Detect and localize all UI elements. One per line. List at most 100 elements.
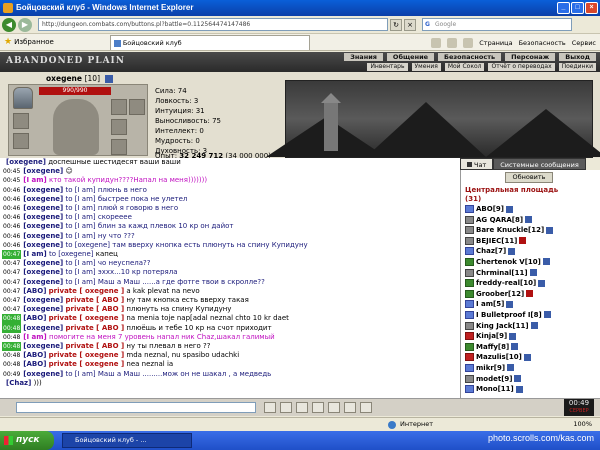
recipient[interactable]: to [I am] (66, 213, 96, 221)
sender-name[interactable]: [oxegene] (23, 278, 63, 286)
start-button[interactable]: пуск (0, 431, 54, 450)
sender-name[interactable]: [oxegene] (23, 342, 63, 350)
maximize-button[interactable]: □ (571, 2, 584, 14)
private-recipient[interactable]: private [ ABO ] (66, 305, 125, 313)
player-item[interactable]: modet[9] (465, 374, 597, 385)
player-name[interactable]: freddy-real[10] (476, 279, 536, 287)
info-icon[interactable] (525, 216, 533, 224)
zoom-level[interactable]: 100% (573, 418, 592, 431)
recipient[interactable]: to [I am] (66, 222, 96, 230)
player-name[interactable]: I am[5] (476, 300, 504, 308)
taskbar-ie-window[interactable]: Бойцовский клуб - ... (62, 433, 192, 448)
player-name[interactable]: Mazulis[10] (476, 353, 522, 361)
sender-name[interactable]: [ABO] (23, 360, 46, 368)
subnav-falcon[interactable]: Мой Сокол (444, 63, 485, 71)
player-name[interactable]: I Bulletproof I[8] (476, 311, 542, 319)
player-item[interactable]: AG QARA[8] (465, 215, 597, 226)
send-icon[interactable] (264, 402, 276, 413)
recipient[interactable]: to [I am] (66, 370, 96, 378)
location-image[interactable] (266, 80, 600, 158)
browser-tab[interactable]: Бойцовский клуб (109, 34, 310, 50)
player-item[interactable]: Groober[12] (465, 289, 597, 300)
exit-icon[interactable] (360, 402, 372, 413)
player-name[interactable]: mikr[9] (476, 364, 505, 372)
subnav-inventory[interactable]: Инвентарь (367, 63, 408, 71)
tab-chat[interactable]: Чат (460, 158, 494, 170)
recipient[interactable]: to [I am] (66, 232, 96, 240)
back-icon[interactable]: ◀ (2, 17, 16, 32)
refresh-icon[interactable]: ↻ (390, 18, 402, 31)
tools-menu[interactable]: Сервис (572, 39, 596, 47)
player-item[interactable]: mikr[9] (465, 363, 597, 374)
player-name[interactable]: AG QARA[8] (476, 216, 523, 224)
info-icon[interactable] (509, 332, 517, 340)
nav-social[interactable]: Общение (386, 53, 435, 61)
player-item[interactable]: Chrminal[11] (465, 268, 597, 279)
private-recipient[interactable]: private [ oxegene ] (49, 287, 125, 295)
search-input[interactable]: G Google (422, 18, 572, 31)
close-button[interactable]: × (585, 2, 598, 14)
recipient[interactable]: to [oxegene] (66, 241, 111, 249)
sender-name[interactable]: [oxegene] (23, 296, 63, 304)
character-nick[interactable]: oxegene (46, 74, 82, 83)
address-bar[interactable]: http://dungeon.combats.com/buttons.pl?ba… (38, 18, 388, 31)
settings-icon[interactable] (344, 402, 356, 413)
print-icon[interactable] (463, 37, 474, 48)
player-item[interactable]: Chaz[7] (465, 246, 597, 257)
player-item[interactable]: Kinja[9] (465, 331, 597, 342)
page-menu[interactable]: Страница (479, 39, 512, 47)
sender-name[interactable]: [ABO] (23, 314, 46, 322)
sender-name[interactable]: [oxegene] (23, 268, 63, 276)
amulet-slot[interactable] (13, 113, 29, 129)
refresh-button[interactable]: Обновить (505, 172, 553, 183)
gloves-slot[interactable] (129, 99, 145, 115)
player-name[interactable]: modet[9] (476, 375, 512, 383)
safety-menu[interactable]: Безопасность (519, 39, 566, 47)
filter-icon[interactable] (312, 402, 324, 413)
player-item[interactable]: ABO[9] (465, 204, 597, 215)
sender-name[interactable]: [ABO] (23, 287, 46, 295)
nav-security[interactable]: Безопасность (438, 53, 502, 61)
info-icon[interactable] (538, 279, 546, 287)
sender-name[interactable]: [oxegene] (23, 167, 63, 175)
stop-icon[interactable]: × (404, 18, 416, 31)
sender-name[interactable]: [I am] (23, 176, 46, 184)
private-recipient[interactable]: private [ ABO ] (66, 342, 125, 350)
sender-name[interactable]: [oxegene] (6, 158, 46, 166)
chat-log[interactable]: [oxegene] доспешные шестидесят ваши ваши… (0, 158, 460, 398)
player-item[interactable]: Maffy[8] (465, 342, 597, 353)
favorites-star-icon[interactable]: ★ (4, 37, 12, 47)
recipient[interactable]: to [I am] (66, 186, 96, 194)
player-name[interactable]: Maffy[8] (476, 343, 509, 351)
info-icon[interactable] (519, 237, 527, 245)
sender-name[interactable]: [oxegene] (23, 305, 63, 313)
player-item[interactable]: freddy-real[10] (465, 278, 597, 289)
sender-name[interactable]: [oxegene] (23, 195, 63, 203)
recipient[interactable]: to [I am] (66, 204, 96, 212)
player-name[interactable]: Mono[11] (476, 385, 514, 393)
player-item[interactable]: I Bulletproof I[8] (465, 310, 597, 321)
player-item[interactable]: Mazulis[10] (465, 352, 597, 363)
info-icon[interactable] (506, 300, 514, 308)
recipient[interactable]: to [I am] (66, 195, 96, 203)
minimize-button[interactable]: _ (557, 2, 570, 14)
sender-name[interactable]: [I am] (23, 250, 46, 258)
player-name[interactable]: Kinja[9] (476, 332, 507, 340)
player-item[interactable]: Mono[11] (465, 384, 597, 395)
player-item[interactable]: King Jack[11] (465, 321, 597, 332)
info-icon[interactable] (523, 353, 531, 361)
player-name[interactable]: BEJIEC[11] (476, 237, 517, 245)
favorites-button[interactable]: Избранное (14, 38, 54, 46)
sender-name[interactable]: [oxegene] (23, 213, 63, 221)
forward-icon[interactable]: ▶ (18, 17, 32, 32)
player-item[interactable]: I am[5] (465, 299, 597, 310)
sender-name[interactable]: [I am] (23, 333, 46, 341)
info-icon[interactable] (530, 322, 538, 330)
info-icon[interactable] (505, 205, 513, 213)
private-recipient[interactable]: private [ oxegene ] (49, 314, 125, 322)
nav-exit[interactable]: Выход (559, 53, 596, 61)
recipient[interactable]: to [I am] (66, 268, 96, 276)
sender-name[interactable]: [oxegene] (23, 204, 63, 212)
helmet-slot[interactable] (13, 87, 33, 109)
scroll-icon[interactable] (328, 402, 340, 413)
